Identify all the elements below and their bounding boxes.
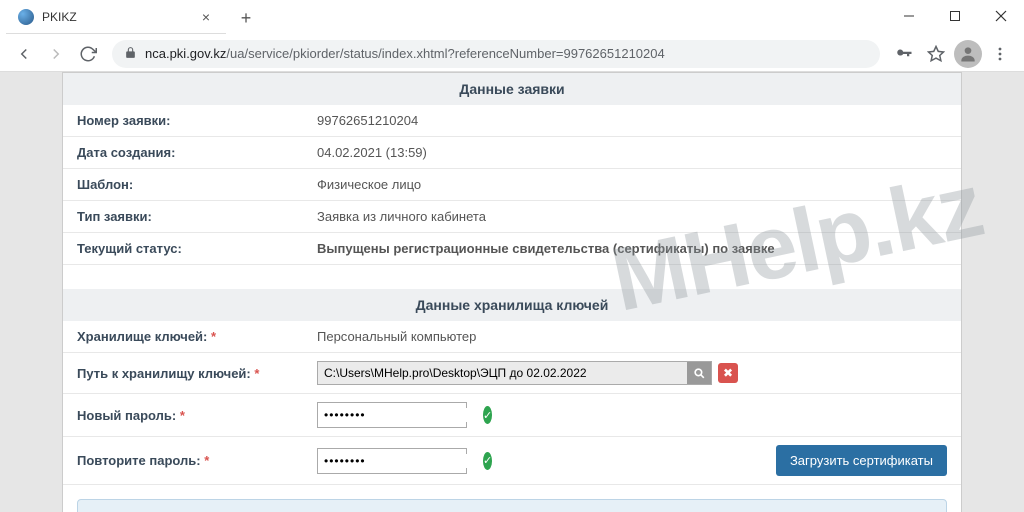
check-icon: ✓ [483,406,492,424]
table-row: Хранилище ключей: * Персональный компьют… [63,321,961,353]
keystore-path-field[interactable] [317,361,712,385]
template-label: Шаблон: [63,169,303,201]
keystore-path-input[interactable] [318,362,687,384]
window-controls [886,0,1024,32]
request-number-label: Номер заявки: [63,105,303,137]
close-tab-icon[interactable]: × [198,9,214,25]
table-row: Дата создания:04.02.2021 (13:59) [63,137,961,169]
minimize-button[interactable] [886,0,932,32]
repeat-password-label: Повторите пароль: * [63,437,303,485]
close-window-button[interactable] [978,0,1024,32]
new-password-input[interactable] [324,408,479,422]
repeat-password-input[interactable] [324,454,479,468]
new-password-label: Новый пароль: * [63,394,303,437]
browser-toolbar: nca.pki.gov.kz/ua/service/pkiorder/statu… [0,36,1024,72]
request-number-value: 99762651210204 [303,105,961,137]
table-row: Новый пароль: * ✓ [63,394,961,437]
table-row: Номер заявки:99762651210204 [63,105,961,137]
content-panel: Данные заявки Номер заявки:9976265121020… [62,72,962,512]
table-row: Шаблон:Физическое лицо [63,169,961,201]
delete-path-button[interactable]: ✖ [718,363,738,383]
created-date-value: 04.02.2021 (13:59) [303,137,961,169]
forward-button[interactable] [40,38,72,70]
lock-icon [124,46,137,62]
keystore-table: Хранилище ключей: * Персональный компьют… [63,321,961,485]
check-icon: ✓ [483,452,492,470]
page-viewport[interactable]: MHelp.kz Данные заявки Номер заявки:9976… [0,72,1024,512]
request-type-value: Заявка из личного кабинета [303,201,961,233]
new-tab-button[interactable]: + [232,4,260,32]
table-row: Путь к хранилищу ключей: * ✖ [63,353,961,394]
key-icon[interactable] [888,38,920,70]
status-label: Текущий статус: [63,233,303,265]
browser-tab[interactable]: PKIKZ × [6,0,226,34]
browse-icon[interactable] [687,362,711,384]
status-value: Выпущены регистрационные свидетельства (… [303,233,961,265]
repeat-password-field[interactable]: ✓ [317,448,467,474]
window-titlebar: PKIKZ × + [0,0,1024,36]
reload-button[interactable] [72,38,104,70]
new-password-field[interactable]: ✓ [317,402,467,428]
storage-value: Персональный компьютер [303,321,961,353]
maximize-button[interactable] [932,0,978,32]
bookmark-icon[interactable] [920,38,952,70]
storage-label: Хранилище ключей: * [63,321,303,353]
request-details-table: Номер заявки:99762651210204 Дата создани… [63,105,961,265]
template-value: Физическое лицо [303,169,961,201]
path-label: Путь к хранилищу ключей: * [63,353,303,394]
menu-icon[interactable] [984,38,1016,70]
table-row: Повторите пароль: * ✓ Загрузить сертифик… [63,437,961,485]
tab-title: PKIKZ [42,10,77,24]
request-type-label: Тип заявки: [63,201,303,233]
address-bar[interactable]: nca.pki.gov.kz/ua/service/pkiorder/statu… [112,40,880,68]
favicon-icon [18,9,34,25]
profile-avatar[interactable] [952,38,984,70]
load-certificates-button[interactable]: Загрузить сертификаты [776,445,947,476]
url-text: nca.pki.gov.kz/ua/service/pkiorder/statu… [145,46,665,61]
table-row: Текущий статус:Выпущены регистрационные … [63,233,961,265]
section-header-keystore: Данные хранилища ключей [63,289,961,321]
created-date-label: Дата создания: [63,137,303,169]
back-button[interactable] [8,38,40,70]
table-row: Тип заявки:Заявка из личного кабинета [63,201,961,233]
section-header-request: Данные заявки [63,73,961,105]
password-info-box: i Новый пароль должен состоять из латинс… [77,499,947,512]
